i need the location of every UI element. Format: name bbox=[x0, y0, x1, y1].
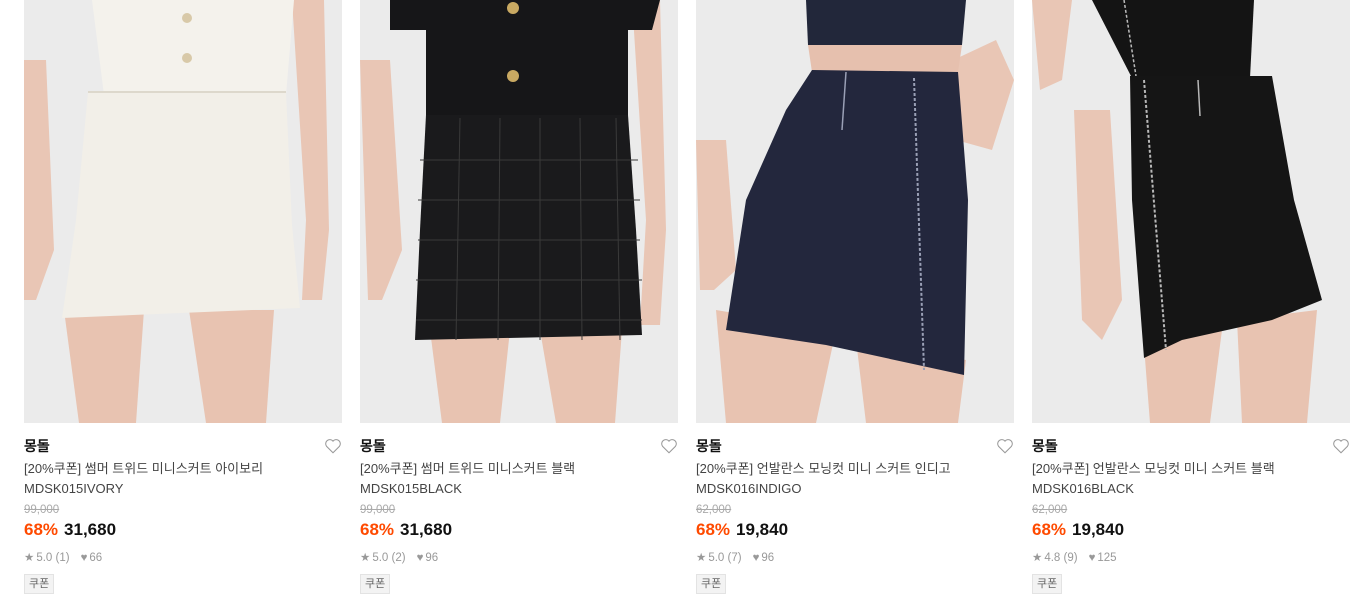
product-title[interactable]: [20%쿠폰] 언발란스 모닝컷 미니 스커트 블랙 bbox=[1032, 459, 1350, 479]
sale-price: 19,840 bbox=[1072, 520, 1125, 539]
product-image[interactable] bbox=[696, 0, 1014, 423]
product-photo bbox=[696, 0, 1014, 423]
product-code[interactable]: MDSK016BLACK bbox=[1032, 479, 1350, 499]
wishlist-heart-icon[interactable] bbox=[324, 437, 342, 455]
wishlist-heart-icon[interactable] bbox=[660, 437, 678, 455]
product-card[interactable]: 몽돌 [20%쿠폰] 언발란스 모닝컷 미니 스커트 인디고 MDSK016IN… bbox=[696, 0, 1014, 594]
product-image[interactable] bbox=[24, 0, 342, 423]
discount-rate: 68% bbox=[360, 520, 395, 539]
product-photo bbox=[24, 0, 342, 423]
rating-text: 5.0 (2) bbox=[372, 552, 406, 564]
like-count: 125 bbox=[1097, 552, 1117, 564]
like-heart-icon: ♥ bbox=[80, 552, 88, 564]
product-card[interactable]: 몽돌 [20%쿠폰] 썸머 트위드 미니스커트 아이보리 MDSK015IVOR… bbox=[24, 0, 342, 594]
wishlist-heart-icon[interactable] bbox=[1332, 437, 1350, 455]
like-heart-icon: ♥ bbox=[1088, 552, 1096, 564]
original-price: 62,000 bbox=[696, 504, 732, 516]
star-icon: ★ bbox=[1032, 552, 1043, 564]
like-heart-icon: ♥ bbox=[416, 552, 424, 564]
product-title[interactable]: [20%쿠폰] 썸머 트위드 미니스커트 아이보리 bbox=[24, 459, 342, 479]
product-photo bbox=[360, 0, 678, 423]
brand-name[interactable]: 몽돌 bbox=[360, 438, 386, 454]
original-price: 62,000 bbox=[1032, 504, 1068, 516]
discount-rate: 68% bbox=[1032, 520, 1067, 539]
rating-text: 5.0 (1) bbox=[36, 552, 70, 564]
original-price: 99,000 bbox=[360, 504, 396, 516]
like-count: 66 bbox=[89, 552, 103, 564]
brand-name[interactable]: 몽돌 bbox=[696, 438, 722, 454]
star-icon: ★ bbox=[360, 552, 371, 564]
coupon-badge: 쿠폰 bbox=[696, 574, 727, 594]
brand-name[interactable]: 몽돌 bbox=[1032, 438, 1058, 454]
wishlist-heart-icon[interactable] bbox=[996, 437, 1014, 455]
like-count: 96 bbox=[761, 552, 775, 564]
star-icon: ★ bbox=[24, 552, 35, 564]
product-code[interactable]: MDSK016INDIGO bbox=[696, 479, 1014, 499]
coupon-badge: 쿠폰 bbox=[24, 574, 55, 594]
product-code[interactable]: MDSK015IVORY bbox=[24, 479, 342, 499]
sale-price: 19,840 bbox=[736, 520, 789, 539]
product-title[interactable]: [20%쿠폰] 언발란스 모닝컷 미니 스커트 인디고 bbox=[696, 459, 1014, 479]
coupon-badge: 쿠폰 bbox=[1032, 574, 1063, 594]
product-card[interactable]: 몽돌 [20%쿠폰] 썸머 트위드 미니스커트 블랙 MDSK015BLACK … bbox=[360, 0, 678, 594]
coupon-badge: 쿠폰 bbox=[360, 574, 391, 594]
brand-name[interactable]: 몽돌 bbox=[24, 438, 50, 454]
sale-price: 31,680 bbox=[400, 520, 453, 539]
original-price: 99,000 bbox=[24, 504, 60, 516]
product-photo bbox=[1032, 0, 1350, 423]
rating-text: 5.0 (7) bbox=[708, 552, 742, 564]
like-heart-icon: ♥ bbox=[752, 552, 760, 564]
product-image[interactable] bbox=[360, 0, 678, 423]
product-image[interactable] bbox=[1032, 0, 1350, 423]
product-code[interactable]: MDSK015BLACK bbox=[360, 479, 678, 499]
discount-rate: 68% bbox=[24, 520, 59, 539]
sale-price: 31,680 bbox=[64, 520, 117, 539]
star-icon: ★ bbox=[696, 552, 707, 564]
discount-rate: 68% bbox=[696, 520, 731, 539]
product-card[interactable]: 몽돌 [20%쿠폰] 언발란스 모닝컷 미니 스커트 블랙 MDSK016BLA… bbox=[1032, 0, 1350, 594]
like-count: 96 bbox=[425, 552, 439, 564]
rating-text: 4.8 (9) bbox=[1044, 552, 1078, 564]
product-title[interactable]: [20%쿠폰] 썸머 트위드 미니스커트 블랙 bbox=[360, 459, 678, 479]
product-grid: 몽돌 [20%쿠폰] 썸머 트위드 미니스커트 아이보리 MDSK015IVOR… bbox=[24, 0, 1350, 594]
